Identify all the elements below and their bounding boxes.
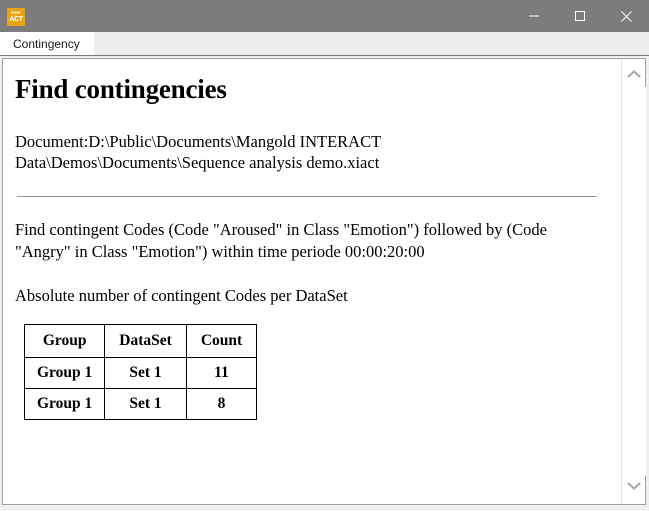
cell-count: 11 — [185, 356, 258, 389]
cell-group: Group 1 — [23, 387, 106, 420]
section-divider — [17, 196, 597, 198]
app-icon-bottom-text: ACT — [9, 15, 23, 23]
column-header-count: Count — [185, 323, 258, 358]
tab-contingency-label: Contingency — [13, 36, 80, 51]
table-header-row: Group DataSet Count — [23, 323, 258, 358]
app-icon-top-text: inter — [11, 9, 21, 16]
scroll-down-button[interactable] — [622, 476, 646, 498]
page-title: Find contingencies — [15, 74, 227, 104]
report-panel: Find contingencies Document:D:\Public\Do… — [2, 58, 646, 505]
column-header-dataset: DataSet — [104, 323, 187, 358]
column-header-group: Group — [23, 323, 106, 358]
app-icon: inter ACT — [7, 7, 25, 26]
close-button[interactable] — [603, 0, 649, 32]
close-icon — [620, 10, 633, 23]
minimize-icon — [528, 10, 540, 22]
table-row: Group 1 Set 1 8 — [23, 387, 258, 420]
cell-group: Group 1 — [23, 356, 106, 389]
report-document: Find contingencies Document:D:\Public\Do… — [3, 59, 621, 504]
table-row: Group 1 Set 1 11 — [23, 356, 258, 389]
maximize-icon — [574, 10, 586, 22]
cell-dataset: Set 1 — [104, 356, 187, 389]
window-controls — [511, 0, 649, 32]
results-caption: Absolute number of contingent Codes per … — [15, 285, 348, 305]
content-area: Find contingencies Document:D:\Public\Do… — [0, 56, 649, 511]
query-description: Find contingent Codes (Code "Aroused" in… — [15, 220, 547, 262]
chevron-down-icon — [626, 478, 642, 496]
scrollbar-track[interactable] — [621, 87, 646, 476]
scroll-up-button[interactable] — [622, 65, 646, 87]
chevron-up-icon — [626, 67, 642, 85]
minimize-button[interactable] — [511, 0, 557, 32]
tab-strip: Contingency — [0, 32, 649, 56]
title-bar: inter ACT — [0, 0, 649, 32]
vertical-scrollbar[interactable] — [621, 59, 646, 504]
application-window: inter ACT Contingency Find contingencies… — [0, 0, 649, 511]
cell-dataset: Set 1 — [104, 387, 187, 420]
document-path: Document:D:\Public\Documents\Mangold INT… — [15, 131, 381, 173]
maximize-button[interactable] — [557, 0, 603, 32]
results-table: Group DataSet Count Group 1 Set 1 11 Gro… — [23, 323, 258, 420]
cell-count: 8 — [185, 387, 258, 420]
tab-contingency[interactable]: Contingency — [0, 32, 94, 55]
